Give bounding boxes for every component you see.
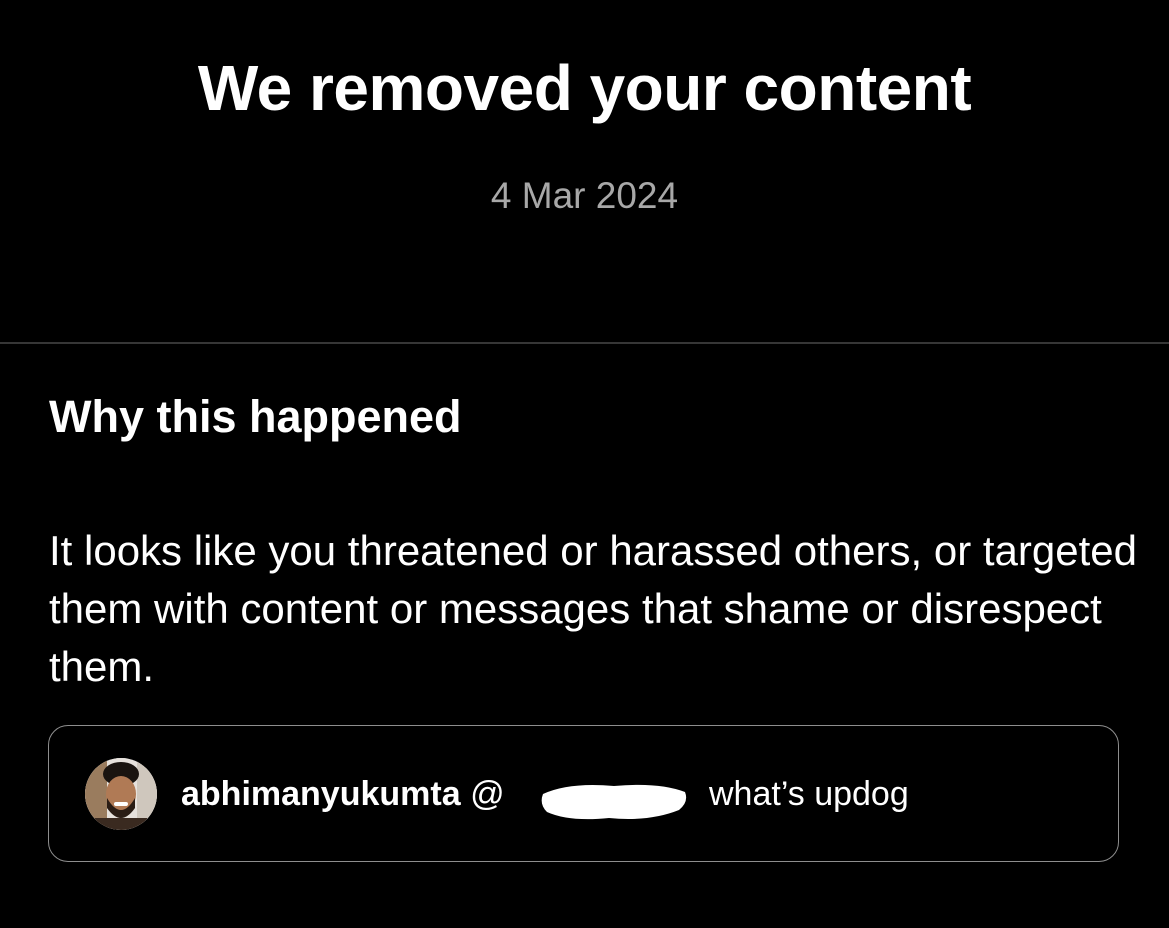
notice-header: We removed your content 4 Mar 2024 — [0, 0, 1169, 342]
reason-text: It looks like you threatened or harassed… — [49, 527, 1137, 690]
why-heading: Why this happened — [49, 391, 462, 442]
comment-username[interactable]: abhimanyukumta — [181, 775, 461, 813]
removal-date: 4 Mar 2024 — [490, 175, 679, 216]
section-divider — [0, 342, 1169, 344]
profile-photo-icon[interactable] — [85, 758, 157, 830]
mention-prefix: @ — [470, 775, 505, 813]
page-title: We removed your content — [197, 52, 972, 124]
removed-content-card[interactable]: abhimanyukumta @ what’s updog — [48, 725, 1119, 862]
comment-author-line: abhimanyukumta @ — [181, 772, 505, 816]
comment-text: what’s updog — [709, 775, 909, 813]
redaction-scribble — [539, 776, 689, 826]
